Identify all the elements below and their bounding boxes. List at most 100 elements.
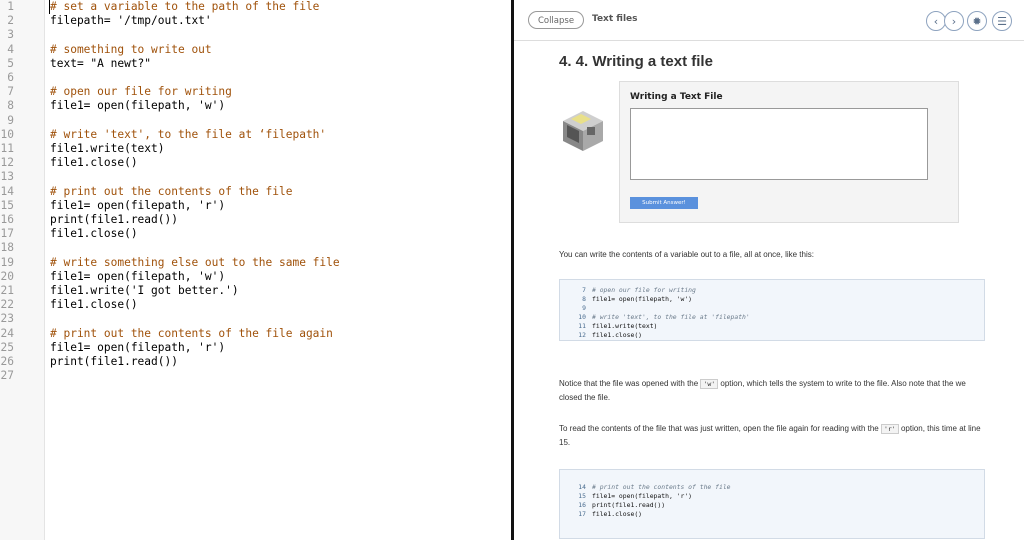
line-text[interactable]: # write something else out to the same f… (50, 256, 340, 270)
collapse-button[interactable]: Collapse (528, 11, 584, 29)
code-block-line-number: 12 (578, 331, 586, 339)
line-number: 5 (7, 56, 14, 70)
line-number: 14 (0, 184, 14, 198)
editor-line[interactable]: 6 (0, 71, 511, 85)
editor-line[interactable]: 15 file1= open(filepath, 'r') (0, 199, 511, 213)
editor-line[interactable]: 21 file1.write('I got better.') (0, 284, 511, 298)
code-block-line-number: 17 (578, 510, 586, 518)
gear-icon[interactable]: ✹ (967, 11, 987, 31)
code-block-line-text: file1.write(text) (592, 322, 658, 330)
line-number: 4 (7, 42, 14, 56)
editor-line[interactable]: 7 # open our file for writing (0, 85, 511, 99)
code-block-line: 11 file1.write(text) (560, 322, 980, 331)
code-block-1: 7 # open our file for writing 8 file1= open… (559, 279, 985, 341)
line-text[interactable]: # print out the contents of the file aga… (50, 327, 333, 341)
editor-line[interactable]: 10 # write 'text', to the file at ‘filepa… (0, 128, 511, 142)
chevron-right-icon[interactable]: › (944, 11, 964, 31)
editor-line[interactable]: 11 file1.write(text) (0, 142, 511, 156)
code-block-line-number: 11 (578, 322, 586, 330)
line-number: 24 (0, 326, 14, 340)
question-box: Writing a Text File Submit Answer! (619, 81, 959, 223)
breadcrumb[interactable]: Text files (592, 14, 638, 24)
line-text[interactable]: file1.write('I got better.') (50, 284, 239, 298)
editor-line[interactable]: 22 file1.close() (0, 298, 511, 312)
editor-line[interactable]: 8 file1= open(filepath, 'w') (0, 99, 511, 113)
editor-line[interactable]: 14 # print out the contents of the file (0, 185, 511, 199)
line-number: 23 (0, 312, 14, 326)
editor-line[interactable]: 24 # print out the contents of the file a… (0, 327, 511, 341)
editor-line[interactable]: 2 filepath= '/tmp/out.txt' (0, 14, 511, 28)
code-block-line-number: 15 (578, 492, 586, 500)
line-number: 17 (0, 227, 14, 241)
line-number: 10 (0, 127, 14, 141)
editor-line[interactable]: 1 # set a variable to the path of the fil… (0, 0, 511, 14)
line-text[interactable]: file1.write(text) (50, 142, 165, 156)
code-block-line: 9 (560, 304, 980, 313)
line-number: 15 (0, 198, 14, 212)
editor-line[interactable]: 9 (0, 114, 511, 128)
editor-line[interactable]: 5 text= "A newt?" (0, 57, 511, 71)
editor-line[interactable]: 13 (0, 170, 511, 184)
editor-line[interactable]: 3 (0, 28, 511, 42)
code-block-line: 16 print(file1.read()) (560, 501, 980, 510)
editor-line[interactable]: 25 file1= open(filepath, 'r') (0, 341, 511, 355)
code-block-line-text: # print out the contents of the file (592, 483, 731, 491)
editor-line[interactable]: 17 file1.close() (0, 227, 511, 241)
line-text[interactable]: file1= open(filepath, 'w') (50, 270, 225, 284)
code-block-line-text: file1= open(filepath, 'r') (592, 492, 693, 500)
line-text[interactable]: file1= open(filepath, 'r') (50, 199, 225, 213)
line-text[interactable]: file1.close() (50, 227, 138, 241)
editor-line[interactable]: 16 print(file1.read()) (0, 213, 511, 227)
editor-line[interactable]: 4 # something to write out (0, 43, 511, 57)
line-number: 18 (0, 241, 14, 255)
code-editor[interactable]: 1 # set a variable to the path of the fil… (0, 0, 511, 540)
line-text[interactable]: text= "A newt?" (50, 57, 151, 71)
line-number: 19 (0, 255, 14, 269)
notice-paragraph: Notice that the file was opened with the… (559, 377, 989, 405)
line-text[interactable]: # print out the contents of the file (50, 185, 292, 199)
editor-line[interactable]: 20 file1= open(filepath, 'w') (0, 270, 511, 284)
intro-paragraph: You can write the contents of a variable… (559, 250, 814, 259)
line-number: 8 (7, 99, 14, 113)
line-number: 21 (0, 284, 14, 297)
line-text[interactable]: filepath= '/tmp/out.txt' (50, 14, 212, 28)
page-title: 4. 4. Writing a text file (559, 53, 713, 70)
panel-toolbar: Collapse Text files ‹ › ✹ ☰ (514, 0, 1024, 41)
editor-line[interactable]: 19 # write something else out to the same… (0, 256, 511, 270)
code-block-line-text: # open our file for writing (592, 286, 696, 294)
line-number: 1 (7, 0, 14, 13)
line-text[interactable]: file1= open(filepath, 'r') (50, 341, 225, 355)
line-number: 25 (0, 340, 14, 354)
code-block-line-number: 9 (582, 304, 586, 312)
line-number: 7 (7, 85, 14, 99)
line-text[interactable]: print(file1.read()) (50, 213, 178, 227)
menu-icon[interactable]: ☰ (992, 11, 1012, 31)
editor-line[interactable]: 26 print(file1.read()) (0, 355, 511, 369)
editor-line[interactable]: 18 (0, 241, 511, 255)
code-block-line-number: 16 (578, 501, 586, 509)
notice-text-before: Notice that the file was opened with the (559, 379, 701, 388)
editor-line[interactable]: 23 (0, 312, 511, 326)
lesson-content: 4. 4. Writing a text file Writing a Text… (514, 41, 1024, 540)
line-text[interactable]: file1.close() (50, 156, 138, 170)
line-text[interactable]: print(file1.read()) (50, 355, 178, 369)
code-block-line-number: 10 (578, 313, 586, 321)
code-block-line-number: 14 (578, 483, 586, 491)
line-text[interactable]: # set a variable to the path of the file (50, 0, 319, 14)
line-text[interactable]: # open our file for writing (50, 85, 232, 99)
chevron-left-icon[interactable]: ‹ (926, 11, 946, 31)
editor-line[interactable]: 27 (0, 369, 511, 383)
line-text[interactable]: file1.close() (50, 298, 138, 312)
editor-line[interactable]: 12 file1.close() (0, 156, 511, 170)
answer-textarea[interactable] (630, 108, 928, 180)
line-number: 11 (0, 142, 14, 155)
code-block-line-text: file1.close() (592, 331, 643, 339)
code-block-line: 8 file1= open(filepath, 'w') (560, 295, 980, 304)
line-number: 13 (0, 170, 14, 184)
line-number: 22 (0, 298, 14, 312)
submit-answer-button[interactable]: Submit Answer! (630, 197, 698, 209)
line-text[interactable]: # write 'text', to the file at ‘filepath… (50, 128, 326, 142)
code-block-line-number: 7 (582, 286, 586, 294)
line-text[interactable]: # something to write out (50, 43, 212, 57)
line-text[interactable]: file1= open(filepath, 'w') (50, 99, 225, 113)
